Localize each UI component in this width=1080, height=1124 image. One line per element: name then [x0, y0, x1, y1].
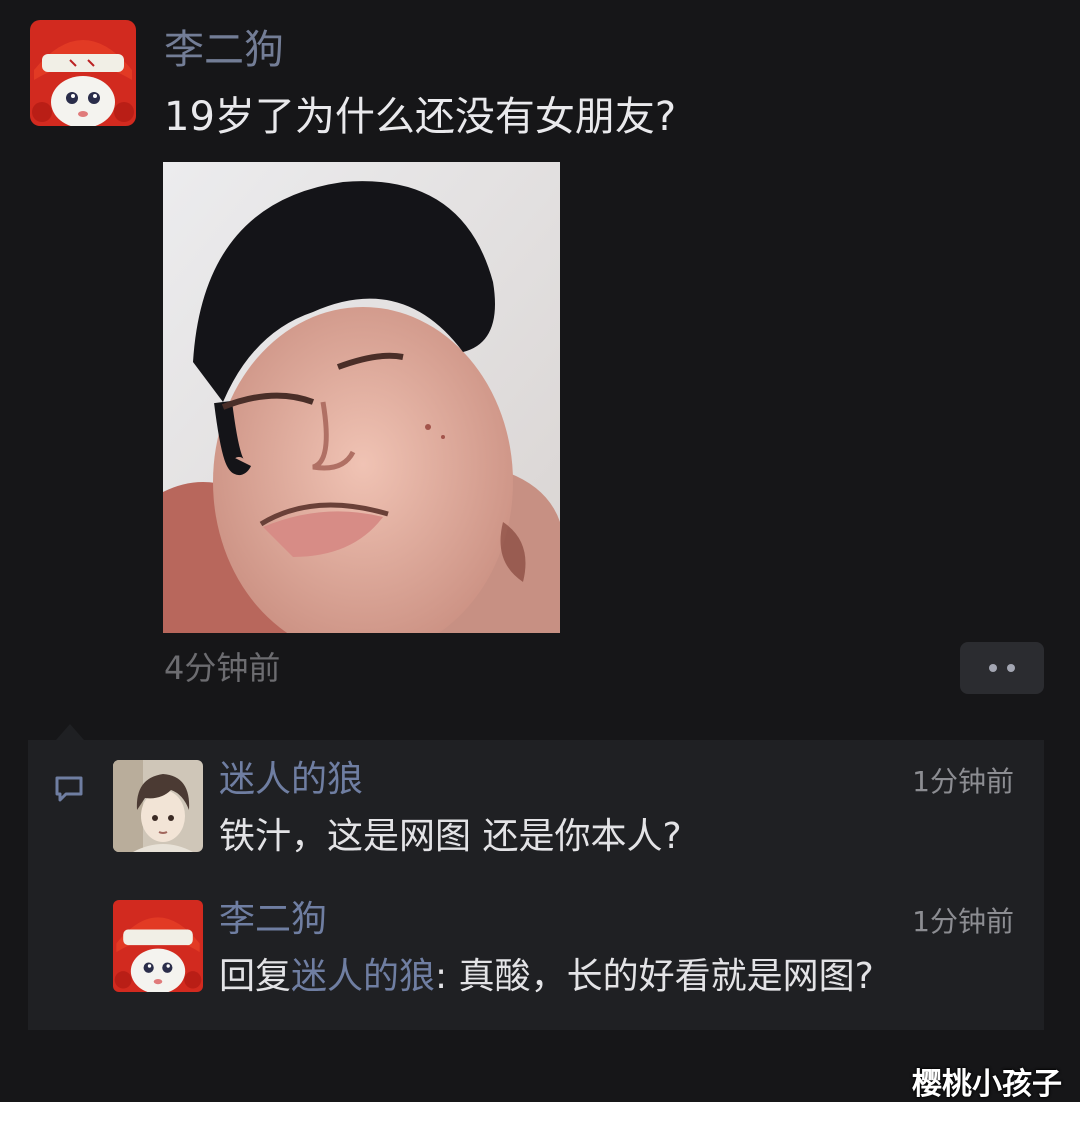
- watermark: 樱桃小孩子: [912, 1067, 1062, 1102]
- anime-boy-avatar-icon: [113, 760, 203, 852]
- comment-author-name[interactable]: 迷人的狼: [219, 758, 363, 802]
- reply-prefix: 回复: [219, 956, 292, 997]
- red-hat-cartoon-avatar-icon: [113, 900, 203, 992]
- comment-timestamp: 1分钟前: [912, 765, 1014, 798]
- post-timestamp: 4分钟前: [164, 649, 281, 687]
- post-author-name[interactable]: 李二狗: [164, 26, 284, 74]
- reply-author-name[interactable]: 李二狗: [219, 898, 327, 942]
- comment-text: 铁汁，这是网图 还是你本人?: [219, 816, 682, 857]
- reply-to-name[interactable]: 迷人的狼: [291, 956, 435, 997]
- more-dots-icon: [989, 664, 997, 672]
- reply-author-avatar[interactable]: [113, 900, 203, 992]
- reply-body: : 真酸，长的好看就是网图?: [435, 956, 874, 997]
- comment-panel: 迷人的狼 1分钟前 铁汁，这是网图 还是你本人? 李二狗 1分钟前 回复迷人的狼…: [28, 740, 1044, 1030]
- moments-screen: 李二狗 19岁了为什么还没有女朋友? 4分钟前 迷人的狼 1分钟前 铁汁，这是网…: [0, 0, 1080, 1102]
- comment-author-avatar[interactable]: [113, 760, 203, 852]
- post-photo[interactable]: [163, 162, 560, 633]
- comment-panel-caret: [56, 724, 84, 740]
- comment-icon: [54, 774, 84, 804]
- more-button[interactable]: [960, 642, 1044, 694]
- selfie-photo-icon: [163, 162, 560, 633]
- red-hat-cartoon-avatar-icon: [30, 20, 136, 126]
- post-text: 19岁了为什么还没有女朋友?: [164, 94, 677, 140]
- reply-timestamp: 1分钟前: [912, 905, 1014, 938]
- reply-text: 回复迷人的狼: 真酸，长的好看就是网图?: [219, 954, 874, 1000]
- more-dots-icon: [1007, 664, 1015, 672]
- post-author-avatar[interactable]: [30, 20, 136, 126]
